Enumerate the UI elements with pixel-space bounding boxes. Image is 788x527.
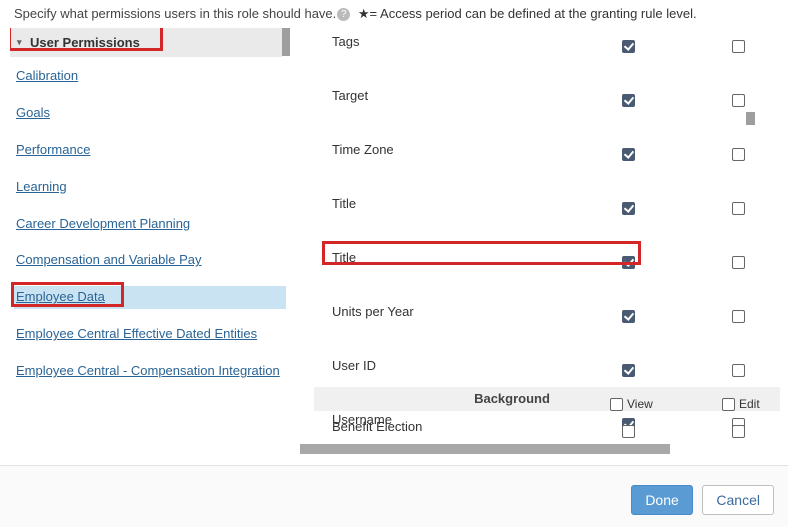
instruction-suffix: ★= Access period can be defined at the g…: [358, 6, 697, 21]
sidebar-section-title: User Permissions: [30, 35, 140, 50]
row-label: Tags: [332, 28, 359, 55]
done-button[interactable]: Done: [631, 485, 692, 515]
row-label: User ID: [332, 352, 376, 379]
instruction-text: Specify what permissions users in this r…: [0, 0, 788, 28]
sidebar-section-header[interactable]: ▾ User Permissions: [10, 28, 282, 57]
instruction-prefix: Specify what permissions users in this r…: [14, 6, 336, 21]
table-row: Units per Year: [300, 298, 780, 325]
edit-checkbox[interactable]: [732, 364, 745, 377]
table-row: Title: [300, 244, 780, 271]
permission-table: Tags Target Time Zone Title Title Units per Y…: [300, 28, 780, 454]
table-row: Benefit Election: [300, 413, 780, 440]
cancel-button[interactable]: Cancel: [702, 485, 774, 515]
view-checkbox[interactable]: [622, 425, 635, 438]
sidebar-item-learning[interactable]: Learning: [14, 176, 286, 199]
edit-checkbox[interactable]: [732, 256, 745, 269]
view-checkbox[interactable]: [622, 148, 635, 161]
dialog-footer: Done Cancel: [0, 465, 788, 527]
tz-extra-indicator: [746, 112, 755, 125]
table-row: Title: [300, 190, 780, 217]
content-h-scrollbar[interactable]: [300, 444, 670, 454]
sidebar-item-label: Employee Data: [16, 289, 105, 304]
row-label: Benefit Election: [332, 413, 422, 440]
edit-checkbox[interactable]: [732, 94, 745, 107]
checkbox[interactable]: [610, 398, 623, 411]
sidebar-item-calibration[interactable]: Calibration: [14, 65, 286, 88]
sidebar-item-ec-comp-integration[interactable]: Employee Central - Compensation Integrat…: [14, 360, 286, 383]
edit-checkbox[interactable]: [732, 148, 745, 161]
table-row: Target: [300, 82, 780, 109]
sidebar-item-performance[interactable]: Performance: [14, 139, 286, 162]
sidebar-item-comp-varpay[interactable]: Compensation and Variable Pay: [14, 249, 286, 272]
checkbox[interactable]: [722, 398, 735, 411]
row-label: Title: [332, 244, 356, 271]
sidebar-item-career-dev[interactable]: Career Development Planning: [14, 213, 286, 236]
view-checkbox[interactable]: [622, 310, 635, 323]
row-label: Units per Year: [332, 298, 414, 325]
row-label: Time Zone: [332, 136, 394, 163]
row-label: Title: [332, 190, 356, 217]
view-checkbox[interactable]: [622, 40, 635, 53]
sidebar: ▾ User Permissions Calibration Goals Per…: [10, 28, 290, 454]
edit-checkbox[interactable]: [732, 202, 745, 215]
view-checkbox[interactable]: [622, 364, 635, 377]
sidebar-scrollbar[interactable]: [282, 28, 290, 56]
sidebar-item-goals[interactable]: Goals: [14, 102, 286, 125]
background-subheader: Background View Edit: [314, 387, 780, 411]
table-row: Time Zone: [300, 136, 780, 163]
edit-checkbox[interactable]: [732, 40, 745, 53]
view-checkbox[interactable]: [622, 202, 635, 215]
table-row: User ID: [300, 352, 780, 379]
help-icon[interactable]: ?: [337, 8, 350, 21]
table-row: Tags: [300, 28, 780, 55]
edit-checkbox[interactable]: [732, 310, 745, 323]
view-checkbox[interactable]: [622, 256, 635, 269]
background-title: Background: [300, 387, 780, 411]
row-label: Target: [332, 82, 368, 109]
view-checkbox[interactable]: [622, 94, 635, 107]
edit-checkbox[interactable]: [732, 425, 745, 438]
chevron-down-icon: ▾: [17, 37, 22, 48]
sidebar-item-employee-data[interactable]: Employee Data: [14, 286, 286, 309]
sidebar-item-ec-effective-dated[interactable]: Employee Central Effective Dated Entitie…: [14, 323, 286, 346]
